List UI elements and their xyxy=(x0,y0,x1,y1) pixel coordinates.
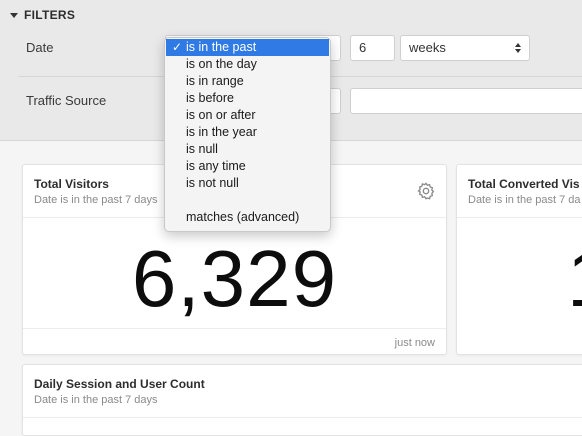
dropdown-item[interactable]: is in the year xyxy=(165,124,330,141)
date-unit-select[interactable]: weeks xyxy=(400,35,530,61)
total-converted-tile: Total Converted Vis Date is in the past … xyxy=(456,164,582,355)
dropdown-item[interactable]: is in range xyxy=(165,73,330,90)
date-amount-value: 6 xyxy=(359,40,367,55)
date-filter-label: Date xyxy=(26,40,54,55)
select-arrows-icon xyxy=(515,43,521,53)
daily-session-tile: Daily Session and User Count Date is in … xyxy=(22,364,582,436)
tile-footer-separator xyxy=(23,328,446,329)
dropdown-separator xyxy=(165,192,330,209)
tile-header-separator xyxy=(457,217,582,218)
filters-heading: FILTERS xyxy=(24,8,76,22)
tile-header-separator xyxy=(23,417,582,418)
dropdown-item[interactable]: is not null xyxy=(165,175,330,192)
tile-subtitle: Date is in the past 7 da xyxy=(468,194,581,206)
date-unit-value: weeks xyxy=(409,40,446,55)
dropdown-item-advanced[interactable]: matches (advanced) xyxy=(165,209,330,226)
total-visitors-value: 6,329 xyxy=(131,234,338,323)
tile-title: Total Converted Vis xyxy=(468,177,580,191)
dropdown-item[interactable]: is on the day xyxy=(165,56,330,73)
tile-subtitle: Date is in the past 7 days xyxy=(34,194,158,206)
dropdown-item[interactable]: is any time xyxy=(165,158,330,175)
checkmark-icon: ✓ xyxy=(172,40,183,54)
caret-down-icon xyxy=(10,12,18,18)
tile-title: Total Visitors xyxy=(34,177,109,191)
date-operator-dropdown[interactable]: ✓ is in the past is on the day is in ran… xyxy=(164,37,331,232)
total-converted-value: 1 xyxy=(567,233,582,325)
tile-subtitle: Date is in the past 7 days xyxy=(34,394,158,406)
dropdown-item-selected[interactable]: ✓ is in the past xyxy=(166,39,329,56)
filters-toggle[interactable]: FILTERS xyxy=(10,8,75,22)
gear-icon[interactable] xyxy=(416,181,436,201)
date-amount-input[interactable]: 6 xyxy=(350,35,395,61)
dropdown-item[interactable]: is null xyxy=(165,141,330,158)
dropdown-item-label: is in the past xyxy=(186,40,257,54)
tile-updated-time: just now xyxy=(394,337,435,349)
dropdown-item[interactable]: is on or after xyxy=(165,107,330,124)
traffic-source-label: Traffic Source xyxy=(26,93,107,108)
traffic-source-value-input[interactable] xyxy=(350,88,582,114)
tile-title: Daily Session and User Count xyxy=(34,377,205,391)
dropdown-item[interactable]: is before xyxy=(165,90,330,107)
